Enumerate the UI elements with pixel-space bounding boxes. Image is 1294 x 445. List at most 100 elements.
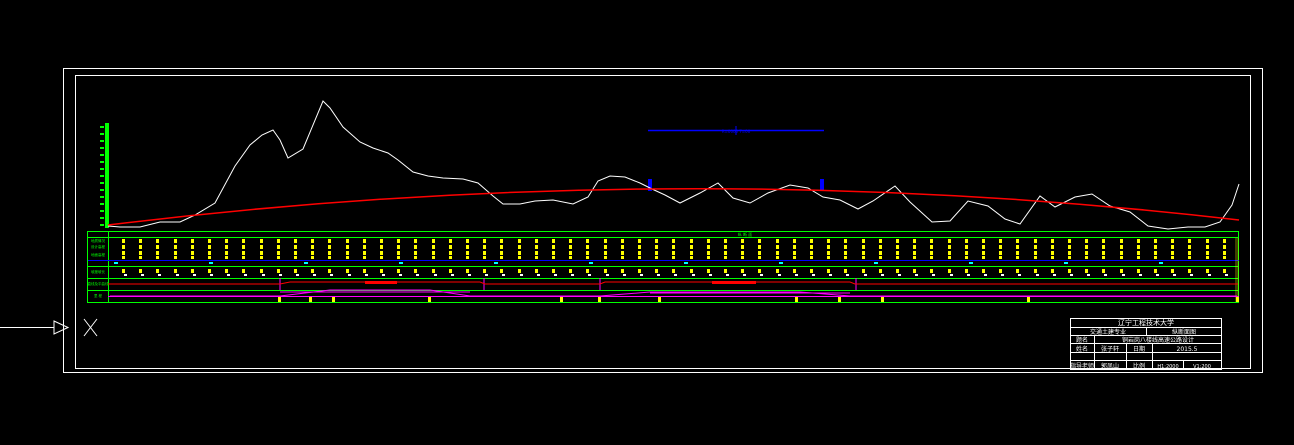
station-tick: [984, 274, 987, 276]
band-label-grade: 坡度坡长: [91, 269, 105, 274]
station-tick: [174, 245, 177, 249]
station-tick: [930, 269, 933, 273]
station-tick: [1102, 256, 1105, 259]
station-tick: [1171, 251, 1174, 255]
station-tick: [1051, 239, 1054, 243]
station-tick: [948, 256, 951, 259]
station-tick: [674, 274, 677, 276]
station-tick: [896, 239, 899, 243]
chainage-marker: [1236, 297, 1239, 302]
scale-tick: [100, 168, 104, 170]
station-tick: [793, 256, 796, 259]
scale-tick: [100, 210, 104, 212]
chainage-marker: [881, 297, 884, 302]
station-tick: [1051, 256, 1054, 259]
station-tick: [225, 256, 228, 259]
station-tick: [348, 274, 351, 276]
date-label: 日期: [1133, 345, 1145, 353]
station-tick: [294, 245, 297, 249]
station-tick: [638, 251, 641, 255]
station-tick: [1120, 239, 1123, 243]
station-tick: [466, 251, 469, 255]
station-tick: [724, 269, 727, 273]
station-tick: [1001, 274, 1004, 276]
station-tick: [948, 245, 951, 249]
station-tick: [176, 274, 179, 276]
station-tick: [193, 274, 196, 276]
station-tick: [191, 245, 194, 249]
station-tick: [793, 245, 796, 249]
station-tick: [758, 251, 761, 255]
station-tick: [468, 274, 471, 276]
ucs-cross-icon: [83, 318, 98, 337]
station-tick: [346, 239, 349, 243]
station-tick: [483, 239, 486, 243]
station-tick: [621, 256, 624, 259]
station-tick: [311, 245, 314, 249]
station-tick: [1016, 256, 1019, 259]
elevation-scale: [100, 123, 109, 228]
station-tick: [1206, 256, 1209, 259]
station-tick: [586, 245, 589, 249]
station-tick: [1137, 245, 1140, 249]
station-tick: [225, 239, 228, 243]
cad-drawing-canvas[interactable]: R=0000 T=00 纵 断 面 地质情况 设计高程 地面高程 坡度坡长 直线…: [0, 0, 1294, 445]
advisor-name: 郭凤山: [1101, 362, 1119, 370]
station-tick: [122, 245, 125, 249]
station-tick: [604, 269, 607, 273]
station-tick: [896, 256, 899, 259]
station-tick: [1139, 274, 1142, 276]
station-tick: [518, 251, 521, 255]
station-tick: [1154, 251, 1157, 255]
station-tick: [382, 274, 385, 276]
station-tick: [655, 256, 658, 259]
station-tick: [692, 274, 695, 276]
scale-tick: [100, 140, 104, 142]
station-tick: [965, 269, 968, 273]
station-tick: [672, 256, 675, 259]
station-tick: [862, 256, 865, 259]
station-tick: [432, 256, 435, 259]
vc-label: R=0000 T=00: [722, 129, 751, 134]
station-tick: [1016, 269, 1019, 273]
station-tick: [915, 274, 918, 276]
station-tick: [724, 251, 727, 255]
station-tick: [724, 245, 727, 249]
station-tick: [844, 245, 847, 249]
station-tick: [311, 251, 314, 255]
station-tick: [363, 269, 366, 273]
station-accent: [494, 262, 498, 264]
station-tick: [741, 256, 744, 259]
station-tick: [380, 239, 383, 243]
station-tick: [156, 251, 159, 255]
station-tick: [1188, 251, 1191, 255]
station-tick: [621, 251, 624, 255]
station-tick: [466, 239, 469, 243]
station-tick: [432, 239, 435, 243]
band-title: 纵 断 面: [738, 231, 753, 237]
station-tick: [588, 274, 591, 276]
band-label-design-elev: 设计高程: [91, 244, 105, 249]
station-tick: [485, 274, 488, 276]
scale-tick: [100, 175, 104, 177]
station-tick: [810, 239, 813, 243]
station-tick: [1206, 251, 1209, 255]
station-tick: [778, 274, 781, 276]
station-tick: [758, 256, 761, 259]
station-tick: [982, 251, 985, 255]
station-tick: [638, 245, 641, 249]
station-tick: [277, 251, 280, 255]
station-tick: [965, 256, 968, 259]
vertical-curve-marker: R=0000 T=00: [648, 126, 824, 191]
station-tick: [948, 251, 951, 255]
station-tick: [1120, 269, 1123, 273]
station-tick: [466, 269, 469, 273]
station-tick: [363, 256, 366, 259]
station-tick: [672, 251, 675, 255]
station-tick: [776, 256, 779, 259]
scale-v: V1:200: [1193, 364, 1211, 370]
station-tick: [380, 256, 383, 259]
station-tick: [743, 274, 746, 276]
title-university: 辽宁工程技术大学: [1118, 318, 1174, 327]
station-tick: [414, 269, 417, 273]
